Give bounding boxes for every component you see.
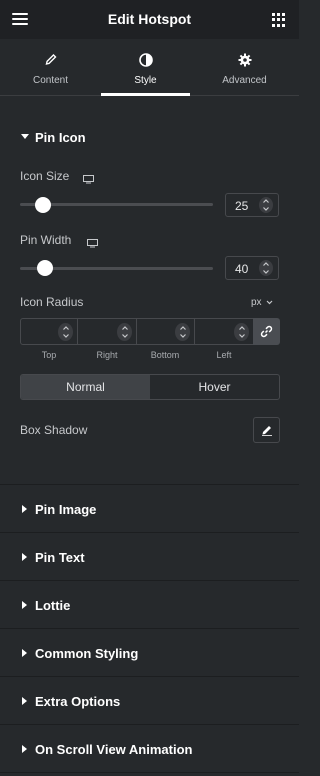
icon-radius-label: Icon Radius [20, 295, 84, 309]
section-lottie-title: Lottie [35, 598, 71, 613]
tab-style-label: Style [134, 75, 157, 86]
section-pin-image-title: Pin Image [35, 502, 97, 517]
link-values-button[interactable] [253, 318, 280, 345]
panel-tabs: Content Style Advanced [0, 39, 299, 96]
icon-size-stepper[interactable] [259, 197, 273, 213]
section-divider [0, 580, 299, 581]
section-divider [0, 676, 299, 677]
pin-width-value: 40 [235, 262, 249, 276]
chevron-down-icon [263, 270, 269, 274]
pin-width-label: Pin Width [20, 233, 72, 247]
radius-left-input[interactable] [194, 318, 254, 345]
section-divider [0, 628, 299, 629]
radius-top-label: Top [41, 350, 57, 360]
caret-right-icon [22, 649, 27, 657]
monitor-icon[interactable] [87, 235, 98, 248]
chevron-down-icon [180, 334, 186, 338]
tab-advanced[interactable]: Advanced [190, 39, 299, 96]
tab-style[interactable]: Style [101, 39, 190, 96]
radius-bottom-stepper[interactable] [175, 323, 190, 341]
icon-size-value: 25 [235, 199, 249, 213]
unit-select[interactable]: px [251, 297, 273, 308]
pencil-icon [44, 53, 57, 71]
section-pin-icon-header[interactable]: Pin Icon [0, 124, 299, 150]
icon-radius-dimensions [20, 318, 280, 345]
chevron-up-icon [263, 262, 269, 266]
radius-bottom-label: Bottom [150, 350, 180, 360]
tab-advanced-label: Advanced [222, 75, 267, 86]
tab-content-label: Content [32, 75, 69, 86]
pin-width-stepper[interactable] [259, 260, 273, 276]
section-divider [0, 724, 299, 725]
section-extra-options-header[interactable]: Extra Options [0, 688, 299, 714]
section-lottie-header[interactable]: Lottie [0, 592, 299, 618]
caret-right-icon [22, 505, 27, 513]
section-divider [0, 484, 299, 485]
chevron-down-icon [63, 334, 69, 338]
panel-title: Edit Hotspot [107, 11, 192, 27]
pin-width-slider-thumb[interactable] [37, 260, 53, 276]
caret-right-icon [22, 553, 27, 561]
icon-size-input[interactable]: 25 [225, 193, 279, 217]
section-extra-options-title: Extra Options [35, 694, 121, 709]
radius-bottom-input[interactable] [136, 318, 195, 345]
grid-icon[interactable] [272, 13, 286, 27]
radius-left-stepper[interactable] [234, 323, 249, 341]
chevron-down-icon [122, 334, 128, 338]
chevron-up-icon [122, 326, 128, 330]
box-shadow-label: Box Shadow [20, 423, 88, 437]
chevron-down-icon [239, 334, 245, 338]
tab-hover[interactable]: Hover [150, 375, 279, 399]
radius-right-stepper[interactable] [117, 323, 132, 341]
section-on-scroll-view-animation-header[interactable]: On Scroll View Animation [0, 736, 299, 762]
unit-value: px [251, 297, 262, 308]
radius-right-input[interactable] [77, 318, 137, 345]
section-pin-text-title: Pin Text [35, 550, 85, 565]
caret-down-icon [21, 134, 29, 139]
pencil-icon [262, 426, 272, 436]
section-common-styling-header[interactable]: Common Styling [0, 640, 299, 666]
chevron-up-icon [239, 326, 245, 330]
section-divider [0, 772, 299, 773]
radius-top-input[interactable] [20, 318, 78, 345]
section-pin-image-header[interactable]: Pin Image [0, 496, 299, 522]
half-circle-icon [138, 53, 153, 72]
panel-header: Edit Hotspot [0, 0, 299, 39]
icon-size-label: Icon Size [20, 169, 70, 183]
pin-width-input[interactable]: 40 [225, 256, 279, 280]
chevron-up-icon [180, 326, 186, 330]
icon-size-slider-thumb[interactable] [35, 197, 51, 213]
chevron-up-icon [263, 199, 269, 203]
radius-left-label: Left [216, 350, 232, 360]
caret-right-icon [22, 745, 27, 753]
section-divider [0, 532, 299, 533]
section-common-styling-title: Common Styling [35, 646, 139, 661]
section-on-scroll-view-animation-title: On Scroll View Animation [35, 742, 193, 757]
section-pin-icon-title: Pin Icon [35, 130, 86, 145]
tab-normal[interactable]: Normal [21, 375, 150, 399]
caret-right-icon [22, 601, 27, 609]
chevron-up-icon [63, 326, 69, 330]
gear-icon [238, 53, 252, 72]
chevron-down-icon [266, 300, 273, 305]
tab-content[interactable]: Content [0, 39, 101, 96]
caret-right-icon [22, 697, 27, 705]
box-shadow-edit-button[interactable] [253, 417, 280, 443]
chevron-down-icon [263, 207, 269, 211]
monitor-icon[interactable] [83, 171, 94, 184]
state-switch: Normal Hover [20, 374, 280, 400]
link-icon [260, 325, 273, 338]
radius-right-label: Right [96, 350, 118, 360]
section-pin-text-header[interactable]: Pin Text [0, 544, 299, 570]
radius-top-stepper[interactable] [58, 323, 73, 341]
